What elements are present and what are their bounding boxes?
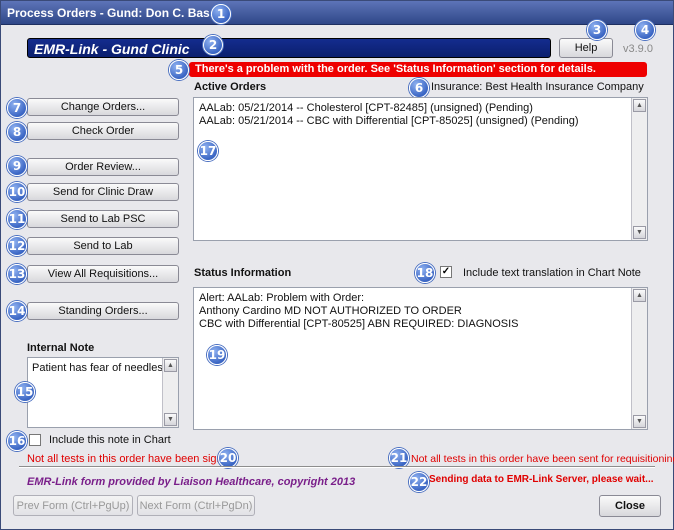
scroll-up-arrow-icon[interactable]: ▲: [164, 359, 177, 372]
error-banner: There's a problem with the order. See 'S…: [189, 62, 647, 77]
status-information-scrollbar[interactable]: ▲ ▼: [631, 288, 647, 429]
insurance-label: Insurance: Best Health Insurance Company: [431, 81, 644, 93]
clinic-banner: EMR-Link - Gund Clinic: [27, 38, 551, 58]
sending-status: Sending data to EMR-Link Server, please …: [429, 474, 654, 485]
number-badge-icon: 21: [389, 448, 409, 468]
number-badge-icon: 7: [7, 98, 27, 118]
number-badge-icon: 11: [7, 209, 27, 229]
standing-orders-button[interactable]: Standing Orders...: [27, 302, 179, 320]
number-badge-icon: 13: [7, 264, 27, 284]
include-note-checkbox[interactable]: [29, 434, 41, 446]
number-badge-icon: 4: [635, 20, 655, 40]
window-title: Process Orders - Gund: Don C. Bassett: [7, 6, 232, 20]
number-badge-icon: 22: [409, 472, 429, 492]
check-order-button[interactable]: Check Order: [27, 122, 179, 140]
view-all-requisitions-button[interactable]: View All Requisitions...: [27, 265, 179, 283]
status-line: Anthony Cardino MD NOT AUTHORIZED TO ORD…: [199, 305, 462, 317]
include-translation-checkbox[interactable]: ✓: [440, 266, 452, 278]
version-label: v3.9.0: [623, 43, 653, 55]
process-orders-window: Process Orders - Gund: Don C. Bassett 1 …: [0, 0, 674, 530]
status-line: CBC with Differential [CPT-80525] ABN RE…: [199, 318, 519, 330]
title-bar: Process Orders - Gund: Don C. Bassett: [1, 1, 673, 25]
not-sent-warning: Not all tests in this order have been se…: [411, 453, 674, 465]
include-translation-label: Include text translation in Chart Note: [463, 267, 641, 279]
status-information-box[interactable]: Alert: AALab: Problem with Order: Anthon…: [193, 287, 648, 430]
number-badge-icon: 14: [7, 301, 27, 321]
prev-form-button[interactable]: Prev Form (Ctrl+PgUp): [13, 495, 133, 516]
number-badge-icon: 5: [169, 60, 189, 80]
status-line: Alert: AALab: Problem with Order:: [199, 292, 365, 304]
scroll-down-arrow-icon[interactable]: ▼: [633, 415, 646, 428]
banner-title: EMR-Link - Gund Clinic: [34, 41, 190, 57]
active-orders-heading: Active Orders: [194, 81, 267, 93]
error-message: There's a problem with the order. See 'S…: [195, 63, 596, 75]
internal-note-heading: Internal Note: [27, 342, 95, 354]
help-button[interactable]: Help: [559, 38, 613, 58]
status-information-heading: Status Information: [194, 267, 292, 279]
check-icon: ✓: [441, 266, 451, 277]
scroll-up-arrow-icon[interactable]: ▲: [633, 289, 646, 302]
number-badge-icon: 20: [218, 448, 238, 468]
active-orders-list[interactable]: AALab: 05/21/2014 -- Cholesterol [CPT-82…: [193, 97, 648, 241]
number-badge-icon: 3: [587, 20, 607, 40]
include-note-label: Include this note in Chart: [49, 434, 171, 446]
order-review-button[interactable]: Order Review...: [27, 158, 179, 176]
number-badge-icon: 10: [7, 182, 27, 202]
footer-divider: [19, 466, 655, 468]
internal-note-text: Patient has fear of needles: [32, 362, 163, 374]
status-lines: Alert: AALab: Problem with Order: Anthon…: [199, 292, 519, 331]
send-to-lab-psc-button[interactable]: Send to Lab PSC: [27, 210, 179, 228]
number-badge-icon: 17: [198, 141, 218, 161]
internal-note-scrollbar[interactable]: ▲ ▼: [162, 358, 178, 427]
active-orders-scrollbar[interactable]: ▲ ▼: [631, 98, 647, 240]
number-badge-icon: 1: [211, 4, 231, 24]
number-badge-icon: 16: [7, 431, 27, 451]
order-item[interactable]: AALab: 05/21/2014 -- Cholesterol [CPT-82…: [199, 102, 579, 115]
number-badge-icon: 18: [415, 263, 435, 283]
active-orders-items: AALab: 05/21/2014 -- Cholesterol [CPT-82…: [199, 102, 579, 128]
number-badge-icon: 12: [7, 236, 27, 256]
internal-note-textarea[interactable]: Patient has fear of needles ▲ ▼: [27, 357, 179, 428]
close-button[interactable]: Close: [599, 495, 661, 517]
number-badge-icon: 6: [409, 78, 429, 98]
next-form-button[interactable]: Next Form (Ctrl+PgDn): [137, 495, 255, 516]
number-badge-icon: 19: [207, 345, 227, 365]
number-badge-icon: 8: [7, 122, 27, 142]
send-for-clinic-draw-button[interactable]: Send for Clinic Draw: [27, 183, 179, 201]
scroll-down-arrow-icon[interactable]: ▼: [633, 226, 646, 239]
number-badge-icon: 15: [15, 382, 35, 402]
change-orders-button[interactable]: Change Orders...: [27, 98, 179, 116]
number-badge-icon: 9: [7, 156, 27, 176]
number-badge-icon: 2: [203, 35, 223, 55]
send-to-lab-button[interactable]: Send to Lab: [27, 237, 179, 255]
order-item[interactable]: AALab: 05/21/2014 -- CBC with Differenti…: [199, 115, 579, 128]
scroll-down-arrow-icon[interactable]: ▼: [164, 413, 177, 426]
not-signed-warning: Not all tests in this order have been si…: [27, 453, 235, 465]
scroll-up-arrow-icon[interactable]: ▲: [633, 99, 646, 112]
credit-text: EMR-Link form provided by Liaison Health…: [27, 476, 356, 488]
